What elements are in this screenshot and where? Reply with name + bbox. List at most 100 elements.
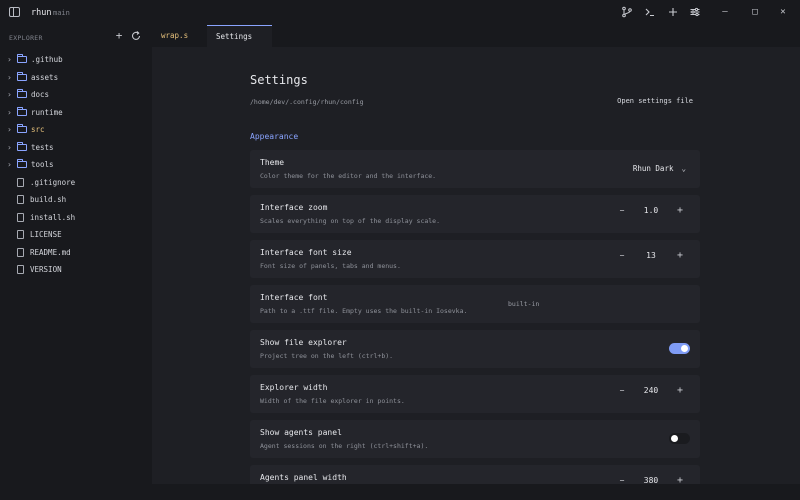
decrement-button[interactable]: − — [616, 251, 628, 260]
folder-icon — [17, 141, 27, 151]
decrement-button[interactable]: − — [616, 386, 628, 395]
folder-icon — [17, 124, 27, 134]
branch-name: main — [53, 9, 70, 17]
setting-description: Width of the file explorer in points. — [260, 397, 405, 405]
setting-interface-font: Interface font Path to a .ttf file. Empt… — [250, 285, 700, 323]
setting-description: Color theme for the editor and the inter… — [260, 172, 437, 180]
setting-description: Project tree on the left (ctrl+b). — [260, 352, 394, 360]
tree-item-label: tests — [31, 142, 54, 152]
page-title: Settings — [250, 73, 308, 87]
stepper-value: 1.0 — [643, 206, 659, 215]
folder-icon — [17, 159, 27, 169]
sidebar-toggle-icon[interactable] — [9, 7, 20, 17]
chevron-right-icon: › — [7, 107, 12, 117]
tree-file-version[interactable]: VERSION — [0, 261, 152, 279]
increment-button[interactable]: + — [674, 251, 686, 261]
tree-folder-docs[interactable]: › docs — [0, 86, 152, 104]
tree-file-readme[interactable]: README.md — [0, 244, 152, 262]
toggle-knob — [671, 435, 678, 442]
section-appearance: Appearance — [250, 132, 299, 141]
setting-label: Show file explorer — [260, 338, 347, 347]
config-path: /home/dev/.config/rhun/config — [250, 98, 364, 106]
tree-item-label: .github — [31, 55, 63, 65]
theme-select-value: Rhun Dark — [632, 164, 674, 173]
terminal-icon[interactable] — [644, 6, 656, 18]
setting-label: Interface zoom — [260, 203, 328, 212]
tree-item-label: README.md — [30, 247, 71, 257]
file-explorer-toggle[interactable] — [669, 343, 690, 354]
increment-button[interactable]: + — [674, 476, 686, 485]
tree-file-license[interactable]: LICENSE — [0, 226, 152, 244]
folder-icon — [17, 89, 27, 99]
open-settings-file-button[interactable]: Open settings file — [617, 97, 693, 105]
zoom-stepper: − 1.0 + — [616, 206, 686, 220]
app-name: rhun — [31, 8, 52, 18]
tree-folder-tools[interactable]: › tools — [0, 156, 152, 174]
tree-file-gitignore[interactable]: .gitignore — [0, 174, 152, 192]
tree-file-build[interactable]: build.sh — [0, 191, 152, 209]
tree-file-install[interactable]: install.sh — [0, 209, 152, 227]
tree-item-label: runtime — [31, 107, 63, 117]
setting-label: Interface font — [260, 293, 328, 302]
tree-item-label: VERSION — [30, 265, 62, 275]
tab-settings[interactable]: Settings — [207, 25, 272, 47]
folder-icon — [17, 106, 27, 116]
folder-icon — [17, 71, 27, 81]
file-icon — [17, 195, 24, 205]
plus-icon[interactable] — [667, 6, 679, 18]
font-path-input[interactable]: built-in — [508, 300, 539, 308]
maximize-icon[interactable]: □ — [749, 6, 761, 18]
file-explorer: EXPLORER + › .github › assets › docs › runti… — [0, 25, 152, 500]
tree-folder-tests[interactable]: › tests — [0, 139, 152, 157]
tree-folder-github[interactable]: › .github — [0, 51, 152, 69]
tree-item-label: LICENSE — [30, 230, 62, 240]
theme-select[interactable]: Rhun Dark ⌄ — [633, 164, 686, 173]
setting-label: Explorer width — [260, 383, 328, 392]
sliders-icon[interactable] — [689, 6, 701, 18]
title-bar: rhun main – □ ✕ — [0, 0, 800, 25]
folder-icon — [17, 54, 27, 64]
refresh-icon[interactable] — [130, 30, 142, 42]
tab-wrap-s[interactable]: wrap.s — [152, 25, 207, 47]
chevron-right-icon: › — [7, 125, 12, 135]
close-icon[interactable]: ✕ — [777, 6, 789, 18]
new-file-icon[interactable]: + — [113, 30, 125, 42]
setting-explorer-width: Explorer width Width of the file explore… — [250, 375, 700, 413]
explorer-label: EXPLORER — [9, 34, 43, 42]
tree-item-label: build.sh — [30, 195, 67, 205]
tab-bar: wrap.s Settings — [152, 25, 800, 47]
file-tree: › .github › assets › docs › runtime › src › te… — [0, 51, 152, 279]
tree-folder-assets[interactable]: › assets — [0, 69, 152, 87]
agents-width-stepper: − 380 + — [616, 476, 686, 485]
tree-item-label: src — [31, 125, 45, 135]
setting-label: Theme — [260, 158, 285, 167]
setting-description: Scales everything on top of the display … — [260, 217, 441, 225]
tree-item-label: tools — [31, 160, 54, 170]
increment-button[interactable]: + — [674, 386, 686, 396]
decrement-button[interactable]: − — [616, 476, 628, 484]
increment-button[interactable]: + — [674, 206, 686, 216]
stepper-value: 13 — [646, 251, 656, 260]
decrement-button[interactable]: − — [616, 206, 628, 215]
agents-panel-toggle[interactable] — [669, 433, 690, 444]
git-branch-icon[interactable] — [621, 6, 633, 18]
file-icon — [17, 230, 24, 240]
setting-show-agents-panel: Show agents panel Agent sessions on the … — [250, 420, 700, 458]
tree-item-label: assets — [31, 72, 59, 82]
file-icon — [17, 177, 24, 187]
file-icon — [17, 247, 24, 257]
explorer-width-stepper: − 240 + — [616, 386, 686, 400]
setting-label: Interface font size — [260, 248, 352, 257]
setting-description: Agent sessions on the right (ctrl+shift+… — [260, 442, 429, 450]
tree-item-label: .gitignore — [30, 177, 76, 187]
settings-panel: Settings /home/dev/.config/rhun/config O… — [152, 47, 800, 484]
tree-folder-runtime[interactable]: › runtime — [0, 104, 152, 122]
chevron-right-icon: › — [7, 142, 12, 152]
minimize-icon[interactable]: – — [719, 6, 731, 18]
chevron-right-icon: › — [7, 55, 12, 65]
toggle-knob — [681, 345, 688, 352]
setting-label: Agents panel width — [260, 473, 347, 482]
bottom-strip — [152, 484, 800, 500]
tree-folder-src[interactable]: › src — [0, 121, 152, 139]
chevron-right-icon: › — [7, 90, 12, 100]
